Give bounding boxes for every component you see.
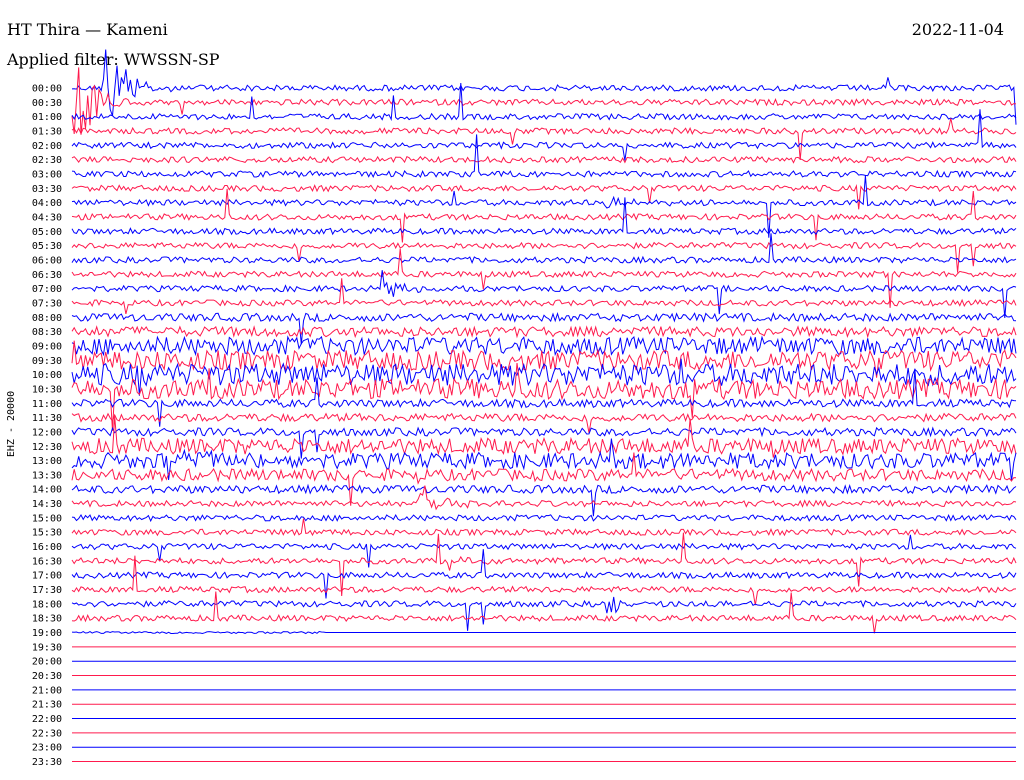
trace-row-0330 [71,183,1017,210]
trace-row-0930 [71,340,1017,378]
trace-row-1530 [71,518,1017,537]
trace-row-0430 [71,188,1017,243]
trace-row-0530 [71,241,1017,273]
row-time-label: 07:30 [32,298,62,309]
row-time-label: 03:00 [32,169,62,180]
row-time-label: 15:00 [32,513,62,524]
trace-row-0900 [71,335,1017,357]
row-time-label: 20:30 [32,671,62,682]
trace-row-0400 [71,175,1017,238]
row-time-label: 14:30 [32,499,62,510]
trace-row-1800 [71,596,1017,631]
row-time-label: 06:00 [32,255,62,266]
row-time-label: 08:30 [32,327,62,338]
row-time-label: 05:00 [32,227,62,238]
row-time-label: 15:30 [32,528,62,539]
row-time-label: 10:00 [32,370,62,381]
row-time-label: 08:00 [32,313,62,324]
row-time-label: 22:30 [32,728,62,739]
row-time-label: 07:00 [32,284,62,295]
trace-row-1600 [71,534,1017,568]
row-time-label: 16:00 [32,542,62,553]
trace-row-0000 [71,49,1017,125]
row-time-label: 11:00 [32,399,62,410]
row-time-label: 23:30 [32,757,62,768]
row-time-label: 00:30 [32,98,62,109]
row-time-label: 01:00 [32,112,62,123]
trace-row-1300 [71,438,1017,482]
row-time-label: 17:30 [32,585,62,596]
trace-row-1830 [71,591,1017,634]
trace-row-0630 [71,248,1017,308]
row-time-label: 11:30 [32,413,62,424]
trace-row-0300 [71,134,1017,179]
trace-row-1430 [71,485,1017,511]
trace-row-0130 [71,118,1017,161]
trace-row-0030 [71,67,1017,135]
y-axis-label: EHZ - 20000 [6,391,17,457]
row-time-label: 22:00 [32,714,62,725]
row-time-label: 19:30 [32,642,62,653]
row-time-label: 12:00 [32,427,62,438]
row-time-label: 04:30 [32,212,62,223]
row-time-label: 19:00 [32,628,62,639]
row-time-label: 01:30 [32,126,62,137]
row-time-label: 21:30 [32,700,62,711]
trace-row-0730 [71,278,1017,315]
helicorder-chart: HT Thira — Kameni 2022-11-04 Applied fil… [0,0,1024,780]
row-time-label: 21:00 [32,685,62,696]
row-time-label: 16:30 [32,556,62,567]
trace-row-1500 [71,513,1017,523]
row-time-label: 17:00 [32,571,62,582]
row-time-label: 05:30 [32,241,62,252]
row-time-label: 23:00 [32,743,62,754]
trace-row-1130 [71,412,1017,433]
row-time-label: 13:30 [32,470,62,481]
trace-row-0830 [71,325,1017,339]
row-time-label: 14:00 [32,485,62,496]
row-time-label: 02:30 [32,155,62,166]
helicorder-plot: EHZ - 20000 00:00 00:30 01:00 01:30 02:00 02:3… [6,49,1017,768]
row-time-label: 10:30 [32,384,62,395]
row-time-label: 18:00 [32,599,62,610]
row-time-label: 13:00 [32,456,62,467]
row-time-label: 09:00 [32,341,62,352]
trace-row-1700 [71,549,1017,599]
row-time-label: 04:00 [32,198,62,209]
row-time-label: 06:30 [32,270,62,281]
row-time-label: 03:30 [32,184,62,195]
row-time-label: 18:30 [32,614,62,625]
trace-row-1200 [71,426,1017,459]
trace-row-0230 [71,155,1017,164]
row-time-label: 00:00 [32,84,62,95]
trace-row-1730 [71,555,1017,606]
row-time-label: 20:00 [32,657,62,668]
row-time-label: 09:30 [32,356,62,367]
row-time-label: 02:00 [32,141,62,152]
row-time-label: 12:30 [32,442,62,453]
trace-row-1230 [71,416,1017,458]
